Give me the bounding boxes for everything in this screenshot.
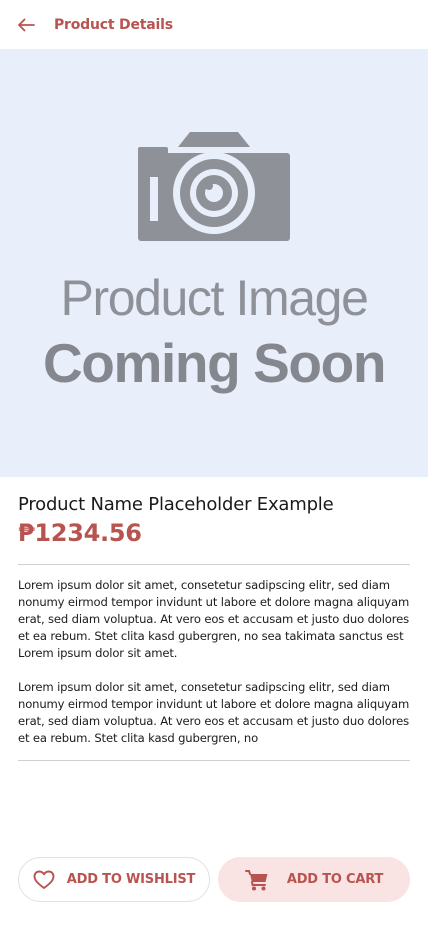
product-name: Product Name Placeholder Example [18,494,334,515]
description-paragraph-2: Lorem ipsum dolor sit amet, consetetur s… [18,680,410,745]
wishlist-label: ADD TO WISHLIST [66,872,196,887]
arrow-left-icon [18,18,35,31]
cart-label: ADD TO CART [286,872,384,887]
back-button[interactable] [16,15,36,35]
product-image: Product Image Coming Soon [0,49,428,477]
image-placeholder-line2: Coming Soon [42,332,386,394]
add-to-wishlist-button[interactable]: ADD TO WISHLIST [18,857,210,902]
heart-icon [33,870,55,889]
product-price: ₱1234.56 [18,519,142,547]
product-details-screen: Product Details Product Image Coming Soo… [0,0,428,926]
image-placeholder-line1: Product Image [60,270,369,326]
camera-icon [138,132,290,241]
cart-icon [244,869,268,890]
add-to-cart-button[interactable]: ADD TO CART [218,857,410,902]
description-paragraph-1: Lorem ipsum dolor sit amet, consetetur s… [18,578,410,660]
divider-top [18,564,410,565]
app-header: Product Details [0,0,428,49]
page-title: Product Details [54,16,173,33]
divider-bottom [18,760,410,761]
